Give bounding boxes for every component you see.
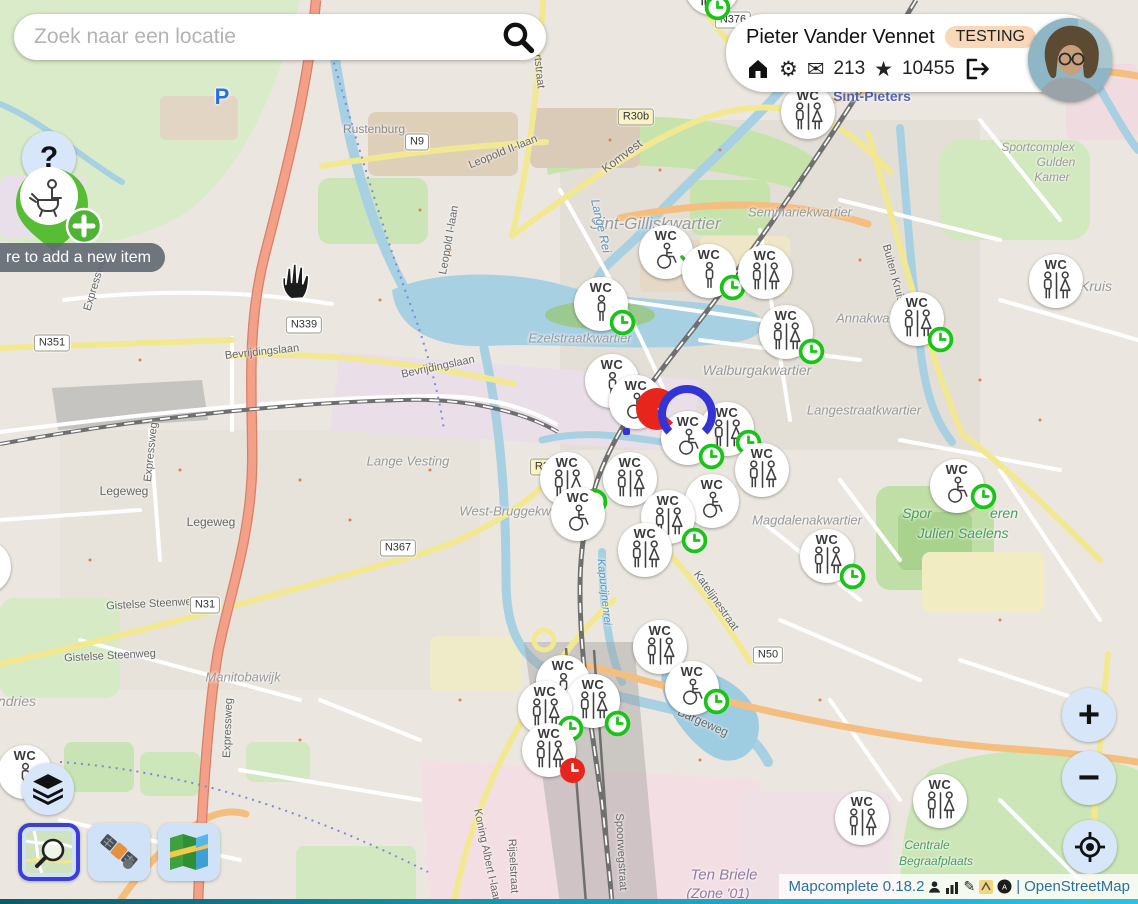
blue-arc-marker [658,385,716,443]
mapcomplete-app: Brugge-Sint-PietersRustenburgSportcomple… [0,0,1138,904]
opening-hours-badge [609,309,636,336]
blue-dot-marker [623,428,630,435]
changesets-count[interactable]: 10455 [902,58,955,80]
wc-marker-label: WC [906,296,929,309]
geolocate-button[interactable] [1063,820,1117,874]
wc-marker-label: WC [754,249,777,262]
layers-button[interactable] [22,763,74,815]
wc-marker-label: WC [538,727,561,740]
wc-marker-label: WC [14,749,37,762]
opening-hours-badge [681,527,708,554]
opening-hours-badge [798,338,825,365]
satellite-icon [97,831,141,873]
wc-marker-label: WC [816,533,839,546]
wc-marker-label: WC [649,624,672,637]
wc-marker[interactable]: WC [835,791,889,845]
wc-marker-label: WC [552,659,575,672]
road-ref-badge: N9 [405,134,429,151]
layers-icon [31,773,65,805]
wc-marker-label: WC [655,229,678,242]
theme-logo-icon[interactable] [979,880,993,894]
wc-marker-label: WC [681,665,704,678]
opening-hours-badge [604,710,631,737]
road-ref-badge: N50 [753,647,783,664]
user-stats-icon[interactable] [928,880,941,894]
wc-marker[interactable]: WC [738,245,792,299]
folded-map-icon [168,832,210,872]
search-bar [14,14,546,60]
avatar[interactable] [1028,18,1112,102]
wc-marker-label: WC [698,248,721,261]
add-item-tooltip-text: re to add a new item [6,249,151,267]
wc-marker-label: WC [775,309,798,322]
hand-cursor-icon [276,262,312,300]
wc-marker-label: WC [634,527,657,540]
wc-marker-label: WC [534,685,557,698]
wc-marker[interactable]: WC [1029,254,1083,308]
zoom-in-label: + [1078,696,1100,734]
messages-count[interactable]: 213 [833,58,865,80]
wc-marker-label: WC [657,494,680,507]
opening-hours-badge [703,688,730,715]
wc-marker[interactable]: WC [618,523,672,577]
wc-marker[interactable]: WC [735,443,789,497]
home-icon[interactable] [746,57,770,81]
opening-hours-badge [839,563,866,590]
wc-marker[interactable]: WC [781,85,835,139]
mapcomplete-version-link[interactable]: Mapcomplete 0.18.2 [789,878,925,895]
opening-hours-badge [704,0,731,21]
add-new-item-pin[interactable] [8,160,108,256]
opening-hours-badge [698,443,725,470]
geolocation-crosshair-icon [1073,830,1107,864]
svg-text:A: A [1002,882,1007,891]
wc-marker-label: WC [625,379,648,392]
road-ref-badge: N339 [286,317,322,334]
wc-marker-label: WC [701,478,724,491]
wc-marker-label: WC [851,795,874,808]
logout-icon[interactable] [964,57,990,81]
wc-marker-label: WC [582,678,605,691]
edit-pencil-icon[interactable]: ✎ [963,878,975,895]
opening-hours-badge [559,757,586,784]
osm-map-icon [26,831,72,873]
wc-marker[interactable]: WC [913,774,967,828]
attribution-separator: | [1016,878,1020,895]
wc-marker-label: WC [929,778,952,791]
settings-gear-icon[interactable]: ⚙ [779,59,798,80]
road-ref-badge: R30b [618,109,654,126]
zoom-out-button[interactable]: − [1062,751,1116,805]
wc-marker-label: WC [1045,258,1068,271]
opening-hours-badge [927,326,954,353]
zoom-in-button[interactable]: + [1062,688,1116,742]
basemap-style-map-button[interactable] [158,823,220,881]
wc-marker-label: WC [590,281,613,294]
testing-badge: TESTING [945,26,1036,48]
search-input[interactable] [32,24,500,50]
wc-marker-label: WC [556,456,579,469]
wc-marker-label: WC [619,456,642,469]
road-ref-badge: N31 [190,597,220,614]
statistics-chart-icon[interactable] [945,880,959,894]
osm-dark-icon[interactable]: A [997,879,1012,894]
wc-marker-label: WC [601,358,624,371]
wc-marker-label: WC [751,447,774,460]
wc-marker-label: WC [716,406,739,419]
opening-hours-badge [970,483,997,510]
basemap-style-satellite-button[interactable] [88,823,150,881]
search-icon[interactable] [500,19,536,55]
wc-marker[interactable]: WC [551,487,605,541]
changesets-star-icon[interactable]: ★ [874,59,893,80]
wc-marker-label: WC [946,463,969,476]
wc-marker-label: WC [567,491,590,504]
add-item-tooltip: re to add a new item [0,243,165,272]
openstreetmap-link[interactable]: OpenStreetMap [1024,878,1130,895]
messages-envelope-icon[interactable]: ✉ [807,59,825,80]
zoom-out-label: − [1078,759,1100,797]
bottom-theme-bar [0,899,1138,904]
road-ref-badge: N351 [34,335,70,352]
basemap-style-osm-button[interactable] [18,823,80,881]
attribution-bar: Mapcomplete 0.18.2 ✎ A | OpenStreetMap [779,874,1138,899]
road-ref-badge: N367 [380,540,416,557]
user-name[interactable]: Pieter Vander Vennet [746,26,935,49]
